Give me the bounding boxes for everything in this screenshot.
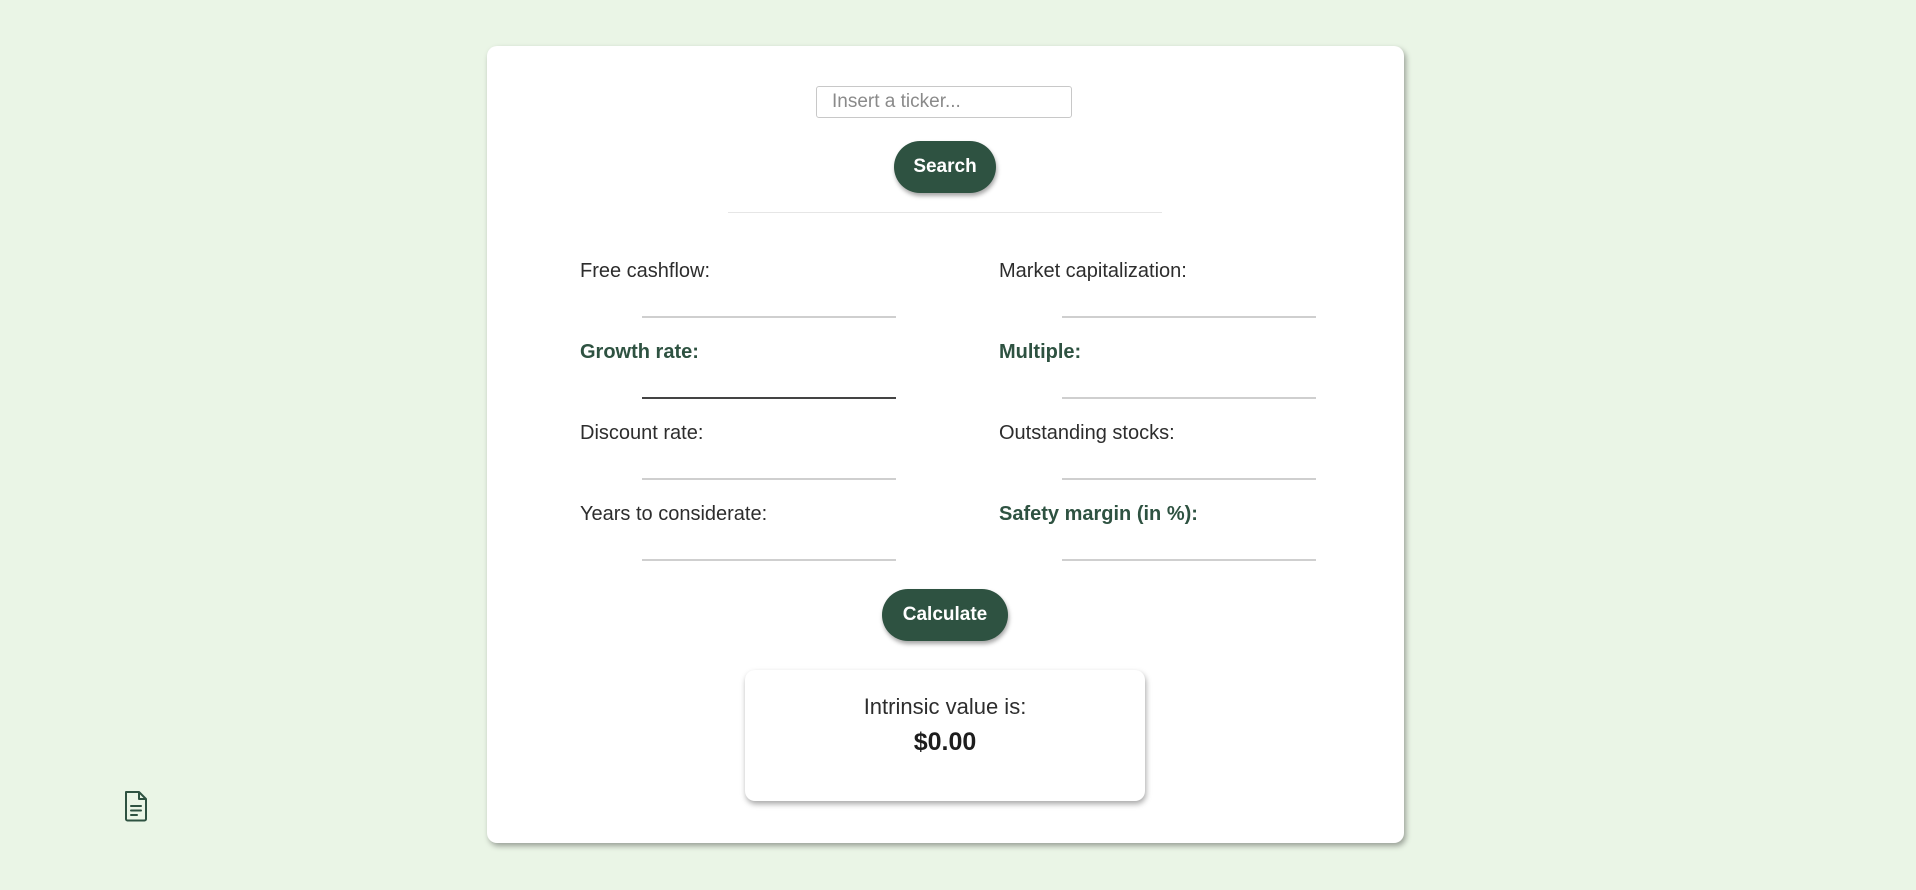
search-button[interactable]: Search [894, 141, 996, 193]
discount-rate-label: Discount rate: [580, 422, 704, 444]
outstanding-stocks-label: Outstanding stocks: [999, 422, 1175, 444]
ticker-search-input[interactable] [816, 86, 1072, 118]
discount-rate-input[interactable] [642, 478, 896, 480]
intrinsic-value-label: Intrinsic value is: [863, 694, 1027, 719]
safety-margin-label: Safety margin (in %): [999, 503, 1198, 525]
document-icon[interactable] [123, 790, 149, 822]
calculator-card: Search Free cashflow: Growth rate: Disco… [487, 46, 1404, 843]
market-cap-label: Market capitalization: [999, 260, 1187, 282]
years-input[interactable] [642, 559, 896, 561]
free-cashflow-input[interactable] [642, 316, 896, 318]
outstanding-stocks-input[interactable] [1062, 478, 1316, 480]
safety-margin-input[interactable] [1062, 559, 1316, 561]
free-cashflow-label: Free cashflow: [580, 260, 711, 282]
growth-rate-label: Growth rate: [580, 341, 699, 363]
intrinsic-value: $0.00 [913, 728, 977, 756]
multiple-input[interactable] [1062, 397, 1316, 399]
calculate-button[interactable]: Calculate [882, 589, 1008, 641]
years-label: Years to considerate: [580, 503, 768, 525]
growth-rate-input[interactable] [642, 397, 896, 399]
result-panel: Intrinsic value is: $0.00 [745, 670, 1145, 801]
multiple-label: Multiple: [999, 341, 1082, 363]
market-cap-input[interactable] [1062, 316, 1316, 318]
divider [728, 212, 1162, 213]
